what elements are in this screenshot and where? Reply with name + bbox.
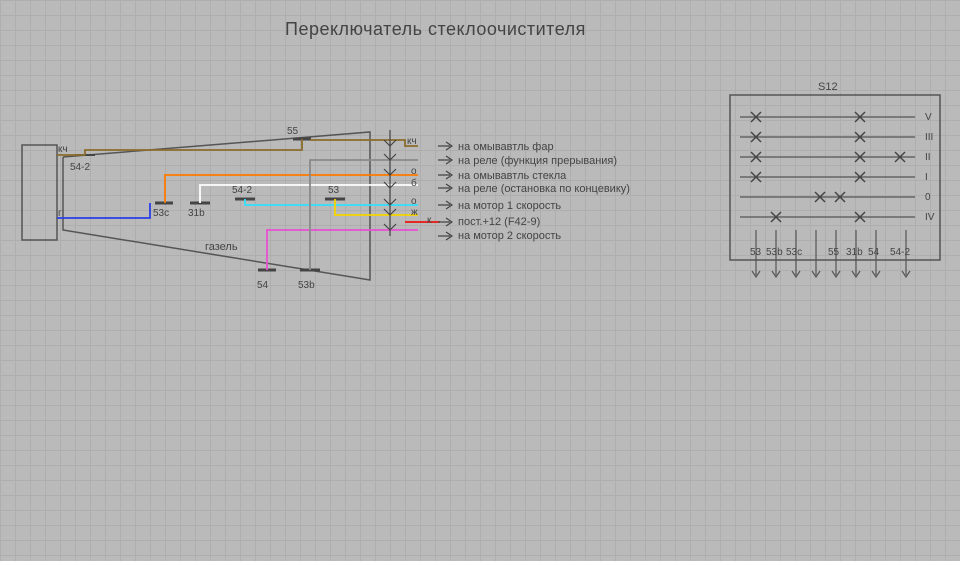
svg-text:о: о [411, 166, 417, 177]
svg-text:54: 54 [868, 247, 880, 258]
svg-text:на мотор 1 скорость: на мотор 1 скорость [458, 200, 561, 212]
svg-text:53b: 53b [766, 247, 783, 258]
svg-text:0: 0 [925, 192, 931, 203]
svg-text:54-2: 54-2 [70, 162, 90, 173]
svg-text:31b: 31b [188, 208, 205, 219]
svg-text:I: I [925, 172, 928, 183]
svg-text:III: III [925, 132, 933, 143]
svg-text:53: 53 [750, 247, 762, 258]
svg-text:53: 53 [328, 185, 340, 196]
svg-text:на мотор 2 скорость: на мотор 2 скорость [458, 230, 561, 242]
svg-text:54-2: 54-2 [232, 185, 252, 196]
svg-text:на реле (остановка по концевик: на реле (остановка по концевику) [458, 183, 630, 195]
svg-text:53b: 53b [298, 280, 315, 291]
svg-text:54: 54 [257, 280, 269, 291]
output-labels: на омывавтль фар на реле (функция прерыв… [438, 141, 630, 242]
svg-text:31b: 31b [846, 247, 863, 258]
svg-text:кч: кч [58, 144, 68, 155]
svg-text:ж: ж [411, 207, 418, 218]
svg-text:на омывавтль стекла: на омывавтль стекла [458, 170, 567, 182]
svg-text:кч: кч [407, 136, 417, 147]
svg-text:к: к [427, 215, 432, 226]
s12-title: S12 [818, 81, 838, 93]
s12-block: S12 V III II I 0 IV [730, 0, 960, 277]
svg-text:на омывавтль фар: на омывавтль фар [458, 141, 554, 153]
svg-text:V: V [925, 112, 932, 123]
svg-text:55: 55 [287, 126, 299, 137]
gazel-outline: газель [63, 132, 370, 280]
svg-text:IV: IV [925, 212, 935, 223]
page-title: Переключатель стеклоочистителя [285, 19, 586, 39]
svg-text:53c: 53c [786, 247, 802, 258]
exit-arrows [384, 130, 396, 236]
wires [57, 139, 440, 270]
svg-text:б: б [411, 177, 417, 189]
svg-text:53c: 53c [153, 208, 169, 219]
svg-text:на реле (функция прерывания): на реле (функция прерывания) [458, 155, 617, 167]
svg-text:пост.+12 (F42-9): пост.+12 (F42-9) [458, 216, 540, 228]
gazel-label: газель [205, 241, 238, 253]
svg-text:II: II [925, 152, 931, 163]
svg-text:о: о [411, 196, 417, 207]
svg-text:55: 55 [828, 247, 840, 258]
svg-text:г: г [58, 208, 62, 219]
svg-text:54-2: 54-2 [890, 247, 910, 258]
